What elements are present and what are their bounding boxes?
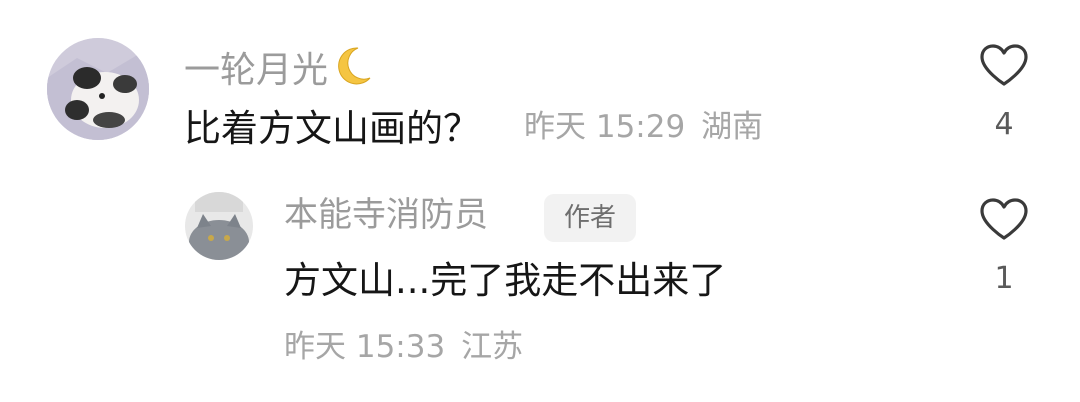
comment-meta: 昨天 15:33 江苏 (284, 332, 523, 363)
comment-username[interactable]: 本能寺消防员 (284, 198, 488, 232)
avatar[interactable] (47, 38, 149, 140)
like-button[interactable] (978, 196, 1030, 246)
heart-icon (980, 198, 1028, 240)
comment-location: 江苏 (461, 329, 524, 365)
comment-text: 方文山...完了我走不出来了 (284, 259, 727, 302)
username-text: 一轮月光 (184, 50, 329, 91)
crescent-moon-icon (330, 44, 374, 95)
avatar[interactable] (185, 192, 253, 260)
comment-text: 比着方文山画的？ (184, 107, 480, 150)
comment-username[interactable]: 一轮月光 (184, 44, 374, 95)
like-button[interactable] (978, 42, 1030, 92)
comment-location: 湖南 (701, 109, 764, 145)
comment-time: 昨天 15:33 (284, 329, 446, 365)
like-count: 4 (994, 107, 1014, 142)
heart-icon (980, 44, 1028, 86)
like-count: 1 (994, 261, 1014, 296)
comment-time: 昨天 15:29 (524, 109, 686, 145)
comment-meta: 昨天 15:29 湖南 (524, 112, 763, 143)
author-badge: 作者 (544, 194, 636, 242)
